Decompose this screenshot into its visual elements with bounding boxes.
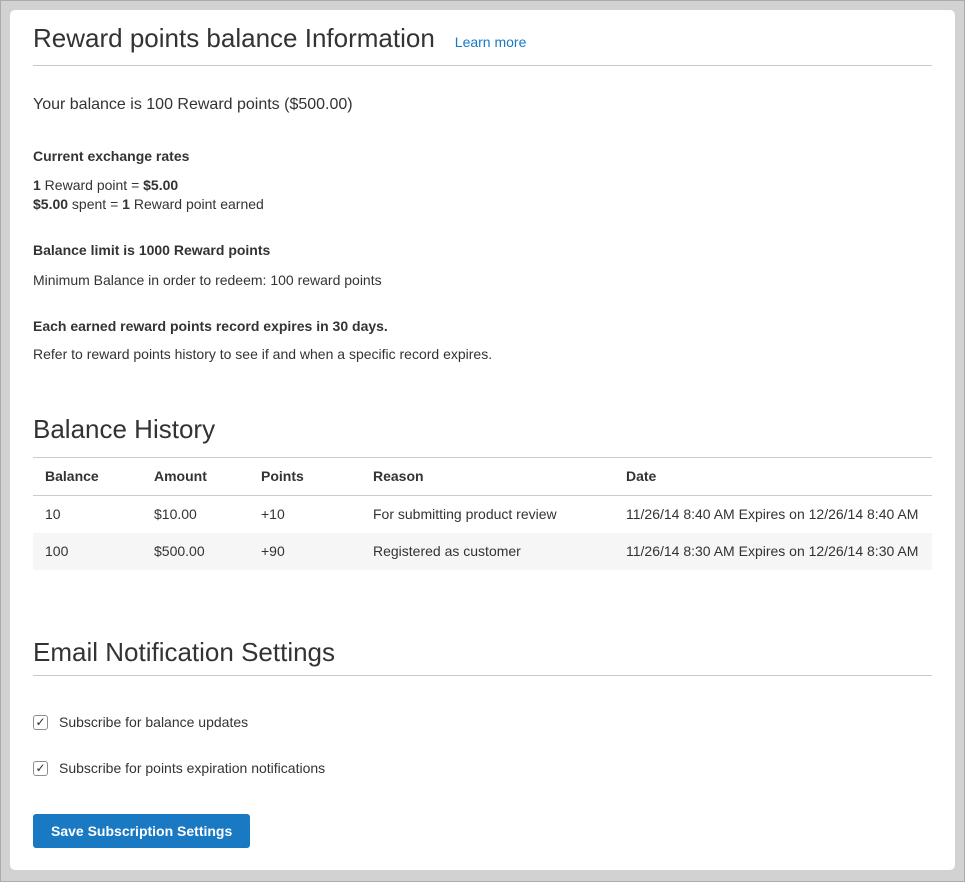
balance-summary: Your balance is 100 Reward points ($500.…: [33, 94, 932, 116]
learn-more-link[interactable]: Learn more: [455, 34, 527, 50]
save-subscription-settings-button[interactable]: Save Subscription Settings: [33, 814, 250, 848]
minimum-balance-line: Minimum Balance in order to redeem: 100 …: [33, 272, 932, 289]
column-header-amount: Amount: [142, 458, 249, 496]
rate1-text: Reward point =: [41, 177, 143, 193]
column-header-balance: Balance: [33, 458, 142, 496]
balance-history-table: Balance Amount Points Reason Date 10 $10…: [33, 457, 932, 570]
subscribe-expiration-checkbox[interactable]: ✓: [33, 761, 48, 776]
rate2-points: 1: [122, 196, 130, 212]
exchange-rate-lines: 1 Reward point = $5.00 $5.00 spent = 1 R…: [33, 176, 932, 214]
rate2-text: spent =: [68, 196, 122, 212]
cell-date: 11/26/14 8:40 AM Expires on 12/26/14 8:4…: [614, 496, 932, 534]
rate1-points: 1: [33, 177, 41, 193]
column-header-points: Points: [249, 458, 361, 496]
rate1-amount: $5.00: [143, 177, 178, 193]
expiry-note: Refer to reward points history to see if…: [33, 346, 932, 363]
column-header-reason: Reason: [361, 458, 614, 496]
cell-points: +90: [249, 533, 361, 570]
exchange-rates-heading: Current exchange rates: [33, 148, 932, 165]
table-row: 100 $500.00 +90 Registered as customer 1…: [33, 533, 932, 570]
cell-reason: For submitting product review: [361, 496, 614, 534]
reward-points-panel: Reward points balance Information Learn …: [10, 10, 955, 870]
cell-balance: 10: [33, 496, 142, 534]
cell-points: +10: [249, 496, 361, 534]
cell-reason: Registered as customer: [361, 533, 614, 570]
page-title: Reward points balance Information: [33, 23, 435, 53]
exchange-rate-line-2: $5.00 spent = 1 Reward point earned: [33, 196, 264, 212]
email-settings-heading: Email Notification Settings: [33, 637, 932, 676]
expiry-line: Each earned reward points record expires…: [33, 318, 932, 335]
cell-date: 11/26/14 8:30 AM Expires on 12/26/14 8:3…: [614, 533, 932, 570]
rate2-amount: $5.00: [33, 196, 68, 212]
checkmark-icon: ✓: [35, 716, 45, 728]
table-header-row: Balance Amount Points Reason Date: [33, 458, 932, 496]
balance-history-heading: Balance History: [33, 414, 932, 444]
column-header-date: Date: [614, 458, 932, 496]
checkmark-icon: ✓: [35, 762, 45, 774]
page-background: Reward points balance Information Learn …: [0, 0, 965, 882]
rate2-suffix: Reward point earned: [130, 196, 264, 212]
subscribe-expiration-label[interactable]: Subscribe for points expiration notifica…: [59, 760, 325, 776]
cell-amount: $500.00: [142, 533, 249, 570]
page-title-row: Reward points balance Information Learn …: [33, 20, 932, 66]
balance-limit-line: Balance limit is 1000 Reward points: [33, 242, 932, 259]
table-row: 10 $10.00 +10 For submitting product rev…: [33, 496, 932, 534]
subscribe-balance-label[interactable]: Subscribe for balance updates: [59, 714, 248, 730]
subscribe-balance-row: ✓ Subscribe for balance updates: [33, 714, 932, 730]
exchange-rate-line-1: 1 Reward point = $5.00: [33, 177, 178, 193]
subscribe-expiration-row: ✓ Subscribe for points expiration notifi…: [33, 760, 932, 776]
cell-amount: $10.00: [142, 496, 249, 534]
subscribe-balance-checkbox[interactable]: ✓: [33, 715, 48, 730]
cell-balance: 100: [33, 533, 142, 570]
